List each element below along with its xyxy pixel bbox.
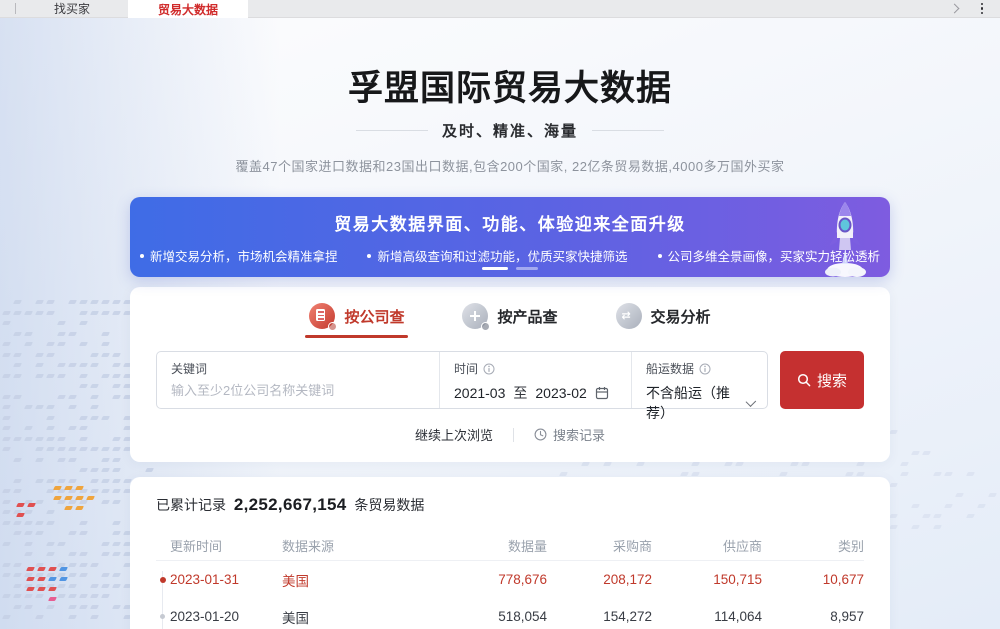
bullet-dot-icon [140,254,144,258]
calendar-icon[interactable] [595,386,609,400]
cell-categories: 10,677 [762,572,864,587]
cell-categories: 8,957 [762,609,864,624]
cell-buyers: 208,172 [547,572,652,587]
search-fields: 关键词 时间 [156,351,768,409]
cell-volume: 518,054 [412,609,547,624]
continue-browsing-link[interactable]: 继续上次浏览 [415,425,493,444]
link-divider [513,428,514,442]
bullet-text: 新增交易分析，市场机会精准拿捏 [150,246,338,265]
tab-label: 按公司查 [344,306,404,327]
col-update-time: 更新时间 [170,536,282,555]
timeline-dot-icon [160,577,166,583]
subtitle-line-left [356,130,428,131]
tab-label: 按产品查 [497,306,557,327]
hero-subtitle: 及时、精准、海量 [130,120,890,141]
bullet-text: 新增高级查询和过滤功能，优质买家快捷筛选 [377,246,627,265]
search-tabs: 按公司查 按产品查 ⇄ 交易分析 [156,303,864,338]
tab-label: 交易分析 [651,306,711,327]
bullet-dot-icon [658,254,662,258]
search-icon [797,373,811,387]
total-records-line: 已累计记录 2,252,667,154 条贸易数据 [156,495,864,515]
time-range-field[interactable]: 时间 2021-03 至 2023-02 [439,352,631,408]
banner-title: 贸易大数据界面、功能、体验迎来全面升级 [130,197,890,235]
cell-volume: 778,676 [412,572,547,587]
search-button-label: 搜索 [817,370,847,391]
cell-source: 美国 [282,607,412,627]
col-categories: 类别 [762,536,864,555]
table-body: 2023-01-31 美国 778,676 208,172 150,715 10… [156,561,864,629]
tab-search-by-product[interactable]: 按产品查 [462,303,557,338]
table-row[interactable]: 2023-01-31 美国 778,676 208,172 150,715 10… [156,561,864,598]
page: 找买家 贸易大数据 孚盟国际贸易大数据 及时、精准、海量 覆盖47个国家进口数据… [0,0,1000,629]
tab-find-buyers[interactable]: 找买家 [16,0,128,17]
shipping-value: 不含船运（推荐） [646,383,738,423]
keyword-label: 关键词 [171,360,207,377]
search-history-label: 搜索记录 [553,425,605,444]
kebab-menu-icon[interactable] [970,0,1000,17]
info-icon[interactable] [483,363,495,375]
page-title: 孚盟国际贸易大数据 [130,60,890,111]
quick-links: 继续上次浏览 搜索记录 [156,425,864,444]
timeline-dot-icon [160,614,165,619]
banner-bullets: 新增交易分析，市场机会精准拿捏 新增高级查询和过滤功能，优质买家快捷筛选 公司多… [130,246,890,265]
company-search-icon [309,303,335,329]
shipping-data-select[interactable]: 船运数据 不含船运（推荐） [631,352,767,408]
banner-bullet: 新增高级查询和过滤功能，优质买家快捷筛选 [367,246,627,265]
col-data-volume: 数据量 [412,536,547,555]
browser-tab-strip: 找买家 贸易大数据 [0,0,1000,18]
shipping-label: 船运数据 [646,360,694,377]
col-data-source: 数据来源 [282,536,412,555]
stats-suffix: 条贸易数据 [354,497,424,513]
subtitle-line-right [592,130,664,131]
carousel-dot-active[interactable] [482,267,508,270]
cell-date: 2023-01-31 [170,572,282,587]
tab-trade-analysis[interactable]: ⇄ 交易分析 [616,303,711,338]
cell-date: 2023-01-20 [170,609,282,624]
hero-section: 孚盟国际贸易大数据 及时、精准、海量 覆盖47个国家进口数据和23国出口数据,包… [130,60,890,175]
tab-trade-big-data[interactable]: 贸易大数据 [128,0,248,18]
carousel-dot-inactive[interactable] [516,267,538,270]
main-content: 孚盟国际贸易大数据 及时、精准、海量 覆盖47个国家进口数据和23国出口数据,包… [130,60,890,629]
keyword-field[interactable]: 关键词 [157,352,439,408]
time-separator: 至 [513,383,527,403]
trade-analysis-icon: ⇄ [616,303,642,329]
table-row[interactable]: 2023-01-20 美国 518,054 154,272 114,064 8,… [156,598,864,629]
cell-source: 美国 [282,570,412,590]
col-suppliers: 供应商 [652,536,762,555]
search-button[interactable]: 搜索 [780,351,864,409]
bullet-dot-icon [367,254,371,258]
time-label: 时间 [454,360,478,377]
upgrade-banner[interactable]: 贸易大数据界面、功能、体验迎来全面升级 新增交易分析，市场机会精准拿捏 新增高级… [130,197,890,277]
search-card: 按公司查 按产品查 ⇄ 交易分析 [130,287,890,462]
subtitle-text: 及时、精准、海量 [442,120,578,141]
data-table-card: 已累计记录 2,252,667,154 条贸易数据 更新时间 数据来源 数据量 … [130,477,890,629]
product-search-icon [462,303,488,329]
forward-chevron-icon[interactable] [940,0,970,17]
clock-icon [534,428,547,441]
chevron-down-icon[interactable] [746,396,756,406]
keyword-input[interactable] [171,383,425,398]
time-to[interactable]: 2023-02 [535,385,586,401]
table-header-row: 更新时间 数据来源 数据量 采购商 供应商 类别 [156,531,864,561]
tab-search-by-company[interactable]: 按公司查 [309,303,404,338]
stats-prefix: 已累计记录 [156,497,226,513]
search-form: 关键词 时间 [156,351,864,409]
cell-buyers: 154,272 [547,609,652,624]
rocket-icon [818,198,874,278]
cell-suppliers: 114,064 [652,609,762,624]
cell-suppliers: 150,715 [652,572,762,587]
total-records-count: 2,252,667,154 [234,495,347,514]
col-buyers: 采购商 [547,536,652,555]
tab-strip-spacer [248,0,940,17]
info-icon[interactable] [699,363,711,375]
time-from[interactable]: 2021-03 [454,385,505,401]
search-history-link[interactable]: 搜索记录 [534,425,605,444]
hero-description: 覆盖47个国家进口数据和23国出口数据,包含200个国家, 22亿条贸易数据,4… [130,156,890,175]
banner-bullet: 新增交易分析，市场机会精准拿捏 [140,246,338,265]
carousel-indicators[interactable] [130,267,890,270]
